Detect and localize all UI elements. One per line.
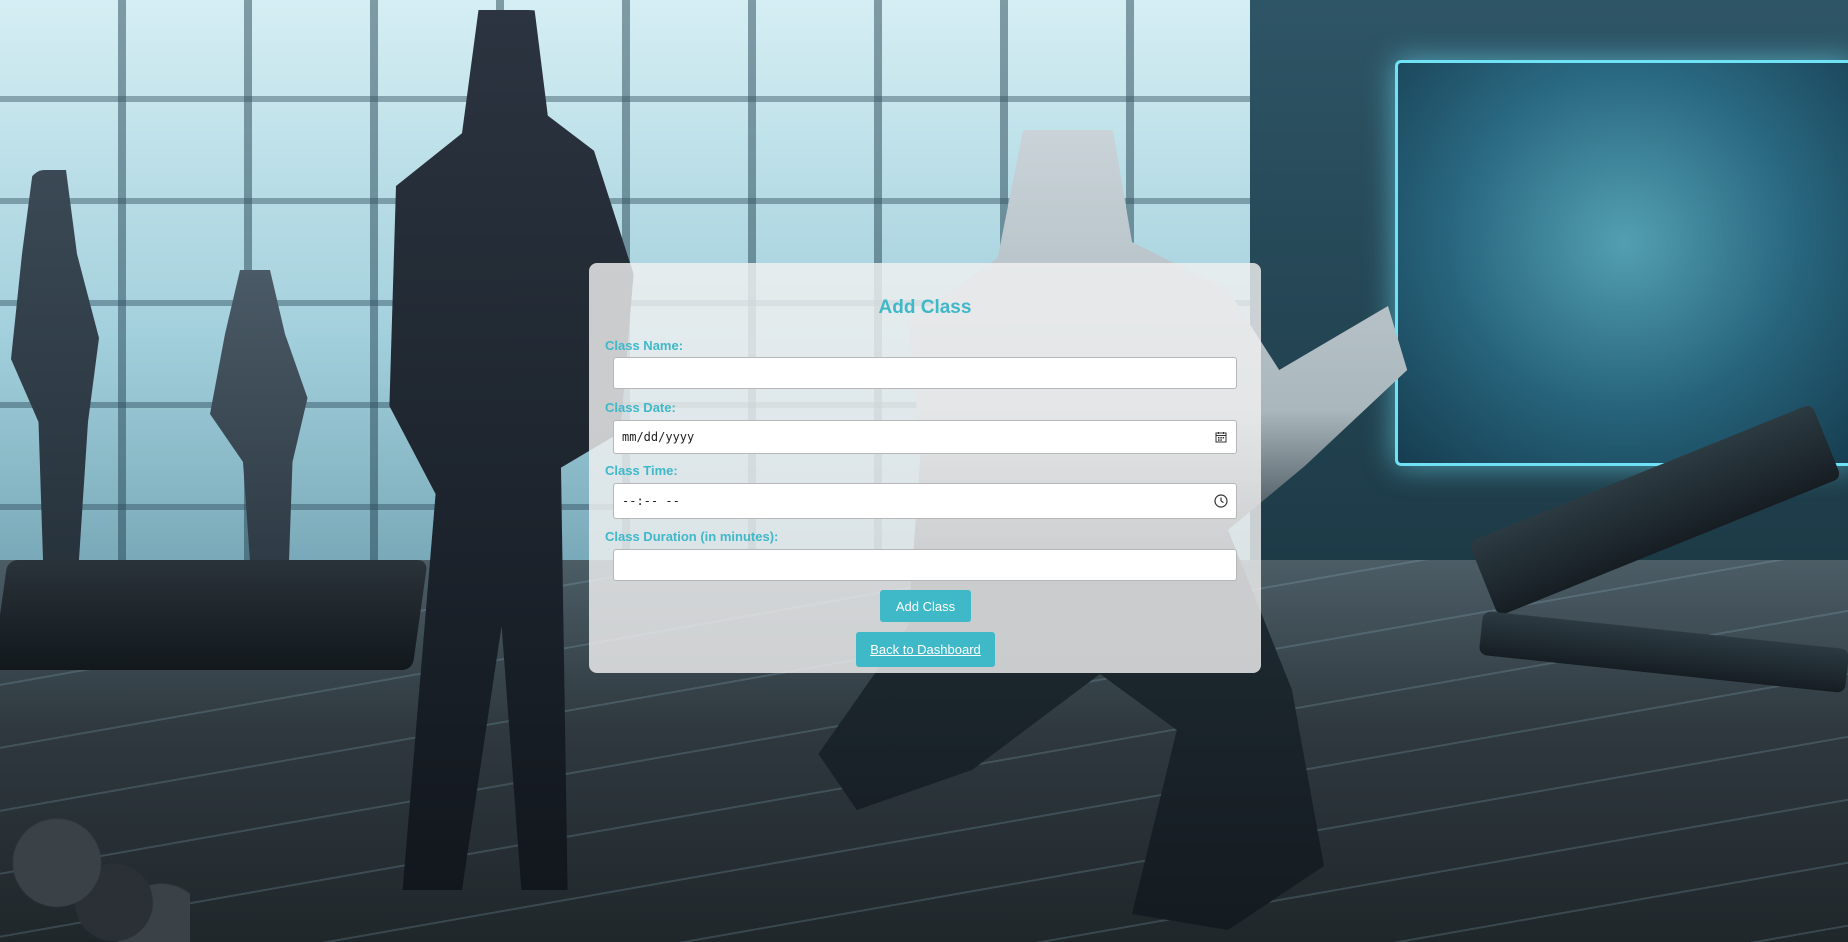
background-hologram-screen	[1395, 60, 1848, 466]
background-treadmill	[0, 560, 428, 670]
clock-icon[interactable]	[1214, 494, 1228, 508]
add-class-form: Add Class Class Name: Class Date: mm/dd/…	[589, 263, 1261, 673]
class-duration-input[interactable]	[613, 549, 1237, 581]
back-to-dashboard-link[interactable]: Back to Dashboard	[856, 632, 995, 667]
class-date-label: Class Date:	[605, 400, 676, 415]
class-name-label: Class Name:	[605, 338, 684, 353]
background-dumbbells	[0, 810, 190, 942]
class-time-placeholder: --:-- --	[622, 494, 680, 508]
class-time-input[interactable]: --:-- --	[613, 483, 1237, 519]
class-date-placeholder: mm/dd/yyyy	[622, 430, 695, 444]
class-time-label: Class Time:	[605, 463, 678, 478]
calendar-icon[interactable]	[1214, 430, 1228, 444]
class-date-input[interactable]: mm/dd/yyyy	[613, 420, 1237, 454]
class-name-input[interactable]	[613, 357, 1237, 389]
form-title: Add Class	[878, 297, 972, 318]
class-duration-label: Class Duration (in minutes):	[605, 529, 779, 544]
add-class-button[interactable]: Add Class	[880, 590, 971, 622]
